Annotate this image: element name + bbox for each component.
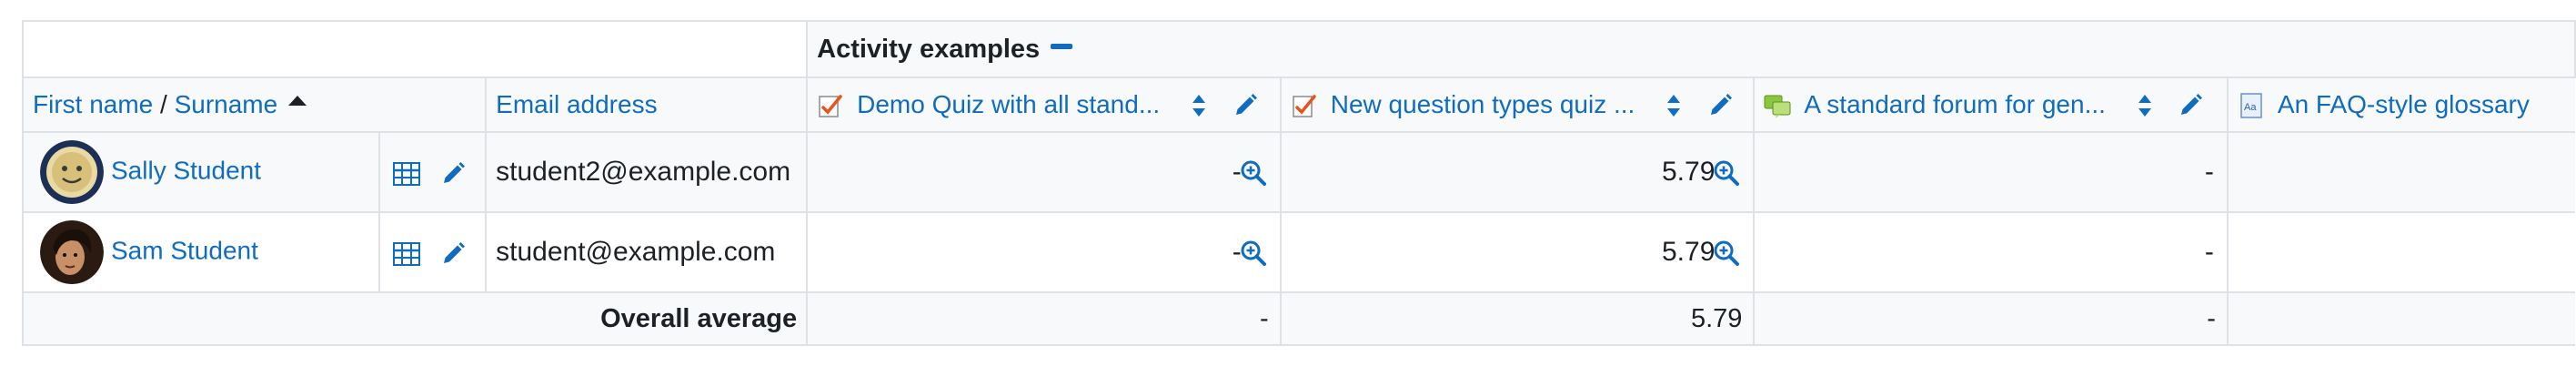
grade-value: 5.79 (1662, 237, 1716, 267)
average-value: - (806, 291, 1282, 346)
grade-value: 5.79 (1662, 157, 1716, 187)
student-actions (378, 211, 488, 293)
item-link-new-question-quiz[interactable]: New question types quiz ... (1331, 90, 1635, 118)
collapse-icon[interactable] (1051, 43, 1073, 49)
student-name-link[interactable]: Sam Student (111, 236, 258, 264)
student-actions (378, 131, 488, 213)
glossary-icon: Aa (2240, 93, 2262, 119)
edit-pencil-icon[interactable] (440, 241, 466, 267)
average-value (2226, 291, 2575, 346)
email-header: Email address (485, 76, 809, 133)
grade-cell: - (1753, 211, 2229, 293)
overall-average-label: Overall average (21, 291, 809, 346)
grade-cell: - (806, 211, 1282, 293)
overall-average-row: Overall average - 5.79 - (21, 291, 2575, 346)
grade-table-icon[interactable] (393, 241, 421, 266)
grade-cell (2226, 131, 2575, 213)
avatar[interactable] (40, 220, 104, 284)
sort-icon[interactable] (1191, 93, 1207, 118)
table-row: Sally Student student2@example.com - 5.7… (21, 131, 2575, 213)
student-email: student2@example.com (485, 131, 809, 213)
category-title: Activity examples (817, 34, 1041, 64)
average-value: 5.79 (1279, 291, 1756, 346)
zoom-in-icon[interactable] (1240, 239, 1267, 267)
edit-pencil-icon[interactable] (440, 161, 466, 187)
grade-cell (2226, 211, 2575, 293)
edit-pencil-icon[interactable] (1707, 93, 1733, 118)
item-link-faq-glossary[interactable]: An FAQ-style glossary (2278, 90, 2530, 118)
student-email: student@example.com (485, 211, 809, 293)
item-header-faq-glossary: Aa An FAQ-style glossary (2226, 76, 2575, 133)
grader-table: Activity examples First name / Surname E… (21, 20, 2576, 346)
svg-text:Aa: Aa (2244, 102, 2257, 113)
student-name-link[interactable]: Sally Student (111, 156, 261, 184)
edit-pencil-icon[interactable] (1233, 93, 1258, 118)
item-header-demo-quiz: Demo Quiz with all stand... (806, 76, 1282, 133)
quiz-icon (1292, 95, 1316, 118)
student-name-cell: Sally Student (21, 131, 381, 213)
zoom-in-icon[interactable] (1713, 239, 1740, 267)
forum-icon (1764, 95, 1791, 119)
grade-table-icon[interactable] (393, 161, 421, 186)
avatar[interactable] (40, 140, 104, 204)
grade-cell: - (1753, 131, 2229, 213)
grade-cell: 5.79 (1279, 211, 1756, 293)
category-spacer (21, 20, 809, 78)
sort-first-name-link[interactable]: First name (33, 90, 153, 118)
edit-pencil-icon[interactable] (2178, 93, 2203, 118)
grade-cell: 5.79 (1279, 131, 1756, 213)
sort-surname-link[interactable]: Surname (175, 90, 278, 118)
student-name-cell: Sam Student (21, 211, 381, 293)
sort-icon[interactable] (2137, 93, 2153, 118)
average-value: - (1753, 291, 2229, 346)
item-header-new-question-quiz: New question types quiz ... (1279, 76, 1756, 133)
grader-report: Activity examples First name / Surname E… (21, 20, 2576, 346)
grade-cell: - (806, 131, 1282, 213)
zoom-in-icon[interactable] (1713, 159, 1740, 187)
table-row: Sam Student student@example.com - 5.79 - (21, 211, 2575, 293)
name-separator: / (153, 90, 175, 118)
sort-icon[interactable] (1665, 93, 1682, 118)
item-header-standard-forum: A standard forum for gen... (1753, 76, 2229, 133)
quiz-icon (819, 95, 842, 118)
item-link-standard-forum[interactable]: A standard forum for gen... (1804, 90, 2106, 118)
item-link-demo-quiz[interactable]: Demo Quiz with all stand... (857, 90, 1160, 118)
category-header: Activity examples (806, 20, 2576, 78)
name-header: First name / Surname (21, 76, 488, 133)
zoom-in-icon[interactable] (1240, 159, 1267, 187)
sort-email-link[interactable]: Email address (496, 90, 657, 118)
sort-ascending-icon (288, 96, 307, 107)
